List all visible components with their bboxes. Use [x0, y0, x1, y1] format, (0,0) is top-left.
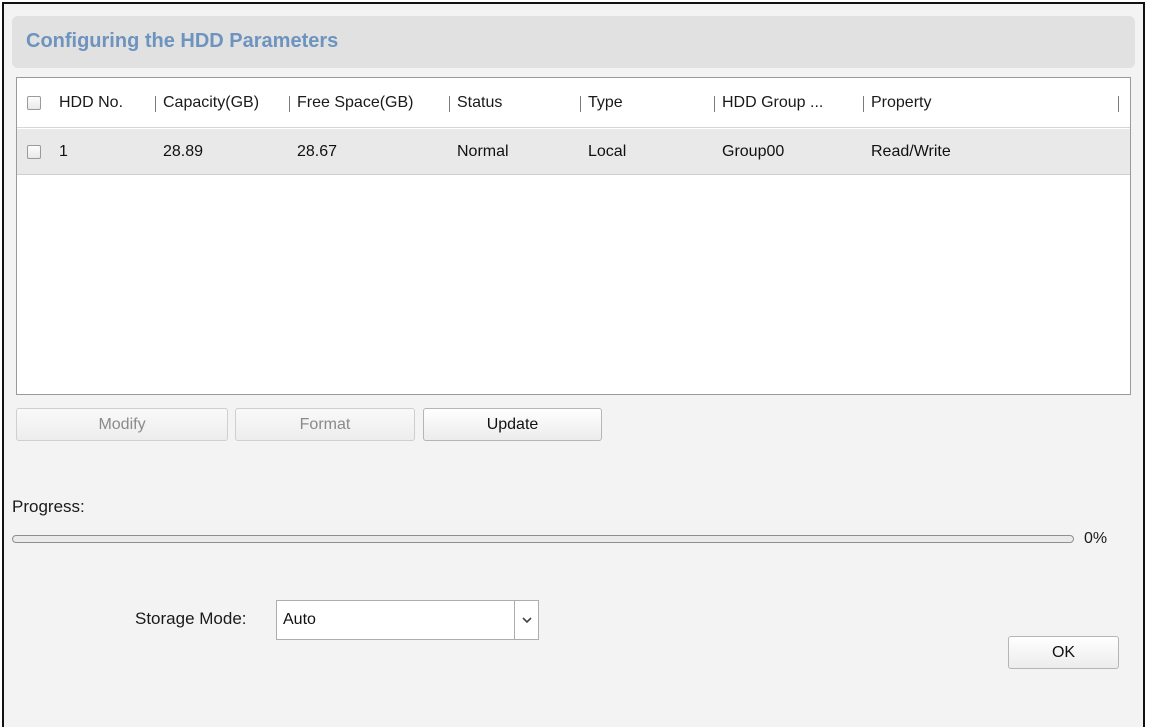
table-header: HDD No. Capacity(GB) Free Space(GB) Stat…: [17, 78, 1130, 128]
storage-mode-label: Storage Mode:: [135, 609, 247, 628]
dialog-title-bar: Configuring the HDD Parameters: [12, 16, 1135, 68]
dialog-title: Configuring the HDD Parameters: [26, 30, 339, 52]
storage-mode-select[interactable]: Auto: [276, 600, 539, 640]
column-header-hdd-group[interactable]: HDD Group ...: [722, 78, 823, 128]
cell-capacity: 28.89: [163, 143, 204, 160]
progress-label: Progress:: [12, 497, 85, 516]
chevron-down-icon[interactable]: [514, 601, 538, 639]
ok-button[interactable]: OK: [1008, 636, 1119, 669]
select-all-checkbox[interactable]: [27, 96, 41, 110]
column-separator[interactable]: [289, 96, 290, 112]
cell-type: Local: [588, 143, 627, 160]
column-header-status[interactable]: Status: [457, 78, 502, 128]
column-separator[interactable]: [863, 96, 864, 112]
column-header-property[interactable]: Property: [871, 78, 931, 128]
modify-button[interactable]: Modify: [16, 408, 228, 441]
column-header-free-space[interactable]: Free Space(GB): [297, 78, 413, 128]
progress-percentage: 0%: [1084, 530, 1108, 547]
hdd-config-dialog: Configuring the HDD Parameters HDD No. C…: [2, 2, 1145, 727]
column-header-type[interactable]: Type: [588, 78, 623, 128]
column-separator[interactable]: [580, 96, 581, 112]
table-row[interactable]: 1 28.89 28.67 Normal Local Group00 Read/…: [17, 129, 1130, 175]
column-separator[interactable]: [155, 96, 156, 112]
row-checkbox[interactable]: [27, 145, 41, 159]
column-header-capacity[interactable]: Capacity(GB): [163, 78, 259, 128]
cell-hdd-group: Group00: [722, 143, 785, 160]
column-separator[interactable]: [449, 96, 450, 112]
hdd-table: HDD No. Capacity(GB) Free Space(GB) Stat…: [16, 77, 1131, 395]
cell-status: Normal: [457, 143, 509, 160]
column-header-hdd-no[interactable]: HDD No.: [59, 78, 123, 128]
cell-hdd-no: 1: [59, 143, 68, 160]
storage-mode-value: Auto: [283, 611, 316, 628]
cell-property: Read/Write: [871, 143, 951, 160]
column-separator[interactable]: [1118, 96, 1119, 112]
update-button[interactable]: Update: [423, 408, 602, 441]
column-separator[interactable]: [714, 96, 715, 112]
progress-bar: [12, 535, 1074, 543]
format-button[interactable]: Format: [235, 408, 415, 441]
cell-free-space: 28.67: [297, 143, 338, 160]
